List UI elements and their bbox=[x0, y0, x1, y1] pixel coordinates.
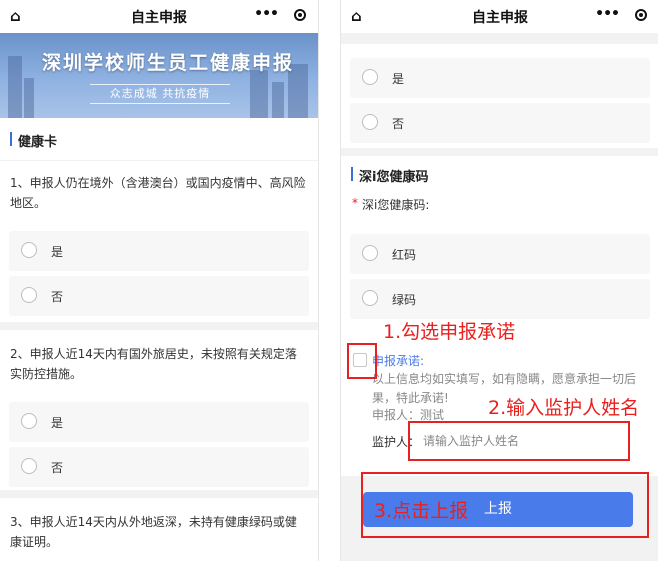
question-block: 2、申报人近14天内有国外旅居史，未按照有关规定落实防控措施。 是 否 bbox=[0, 330, 318, 490]
radio-button[interactable] bbox=[362, 245, 378, 261]
home-icon[interactable]: ⌂ bbox=[351, 7, 362, 25]
page-title: 自主申报 bbox=[131, 9, 187, 26]
close-capsule-icon[interactable] bbox=[294, 9, 306, 21]
page-title: 自主申报 bbox=[472, 9, 528, 26]
annotation-box-checkbox bbox=[347, 343, 377, 379]
banner: 深圳学校师生员工健康申报 众志成城 共抗疫情 bbox=[0, 33, 318, 118]
option-label: 红码 bbox=[392, 248, 417, 262]
left-screen: ⌂ 自主申报 ••• 深圳学校师生员工健康申报 众志成城 共抗疫情 健康卡 1、… bbox=[0, 0, 319, 561]
option-no[interactable]: 否 bbox=[9, 276, 309, 316]
radio-button[interactable] bbox=[362, 69, 378, 85]
section-header: 健康卡 bbox=[0, 118, 318, 160]
right-screen: ⌂ 自主申报 ••• 是 否 深i您健康码 * 深i您健康码: 红码 绿码 申报… bbox=[340, 0, 658, 561]
question-block: 是 否 bbox=[341, 44, 658, 148]
question-block: 3、申报人近14天内从外地返深，未持有健康绿码或健康证明。 bbox=[0, 498, 318, 561]
annotation-box-input bbox=[408, 421, 630, 461]
annotation-step1: 1.勾选申报承诺 bbox=[383, 321, 516, 343]
nav-bar: ⌂ 自主申报 ••• bbox=[341, 0, 658, 33]
option-label: 绿码 bbox=[392, 293, 417, 307]
radio-button[interactable] bbox=[21, 242, 37, 258]
field-label: 深i您健康码: bbox=[362, 198, 430, 212]
section-title: 深i您健康码 bbox=[359, 170, 429, 185]
radio-button[interactable] bbox=[362, 114, 378, 130]
home-icon[interactable]: ⌂ bbox=[10, 7, 21, 25]
annotation-step2: 2.输入监护人姓名 bbox=[488, 397, 640, 419]
more-icon[interactable]: ••• bbox=[254, 6, 279, 22]
more-icon[interactable]: ••• bbox=[595, 6, 620, 22]
option-label: 否 bbox=[392, 117, 405, 131]
option-red-code[interactable]: 红码 bbox=[350, 234, 650, 274]
section-title: 健康卡 bbox=[18, 135, 58, 150]
question-text: 1、申报人仍在境外（含港澳台）或国内疫情中、高风险地区。 bbox=[10, 176, 306, 210]
option-green-code[interactable]: 绿码 bbox=[350, 279, 650, 319]
banner-title: 深圳学校师生员工健康申报 bbox=[42, 52, 295, 74]
option-yes[interactable]: 是 bbox=[9, 231, 309, 271]
option-label: 是 bbox=[392, 72, 405, 86]
question-block: 1、申报人仍在境外（含港澳台）或国内疫情中、高风险地区。 是 否 bbox=[0, 161, 318, 322]
radio-button[interactable] bbox=[21, 287, 37, 303]
option-label: 是 bbox=[51, 245, 64, 259]
option-no[interactable]: 否 bbox=[9, 447, 309, 487]
annotation-step3: 3.点击上报 bbox=[374, 500, 469, 522]
option-label: 否 bbox=[51, 461, 64, 475]
nav-bar: ⌂ 自主申报 ••• bbox=[0, 0, 318, 33]
option-label: 是 bbox=[51, 416, 64, 430]
radio-button[interactable] bbox=[362, 290, 378, 306]
radio-button[interactable] bbox=[21, 458, 37, 474]
question-text: 3、申报人近14天内从外地返深，未持有健康绿码或健康证明。 bbox=[10, 515, 297, 549]
question-text: 2、申报人近14天内有国外旅居史，未按照有关规定落实防控措施。 bbox=[10, 347, 297, 381]
radio-button[interactable] bbox=[21, 413, 37, 429]
banner-slogan: 众志成城 共抗疫情 bbox=[90, 84, 230, 104]
option-yes[interactable]: 是 bbox=[350, 58, 650, 98]
close-capsule-icon[interactable] bbox=[635, 9, 647, 21]
option-no[interactable]: 否 bbox=[350, 103, 650, 143]
required-mark: * bbox=[352, 196, 358, 210]
promise-title: 申报承诺: bbox=[372, 354, 425, 368]
option-yes[interactable]: 是 bbox=[9, 402, 309, 442]
option-label: 否 bbox=[51, 290, 64, 304]
